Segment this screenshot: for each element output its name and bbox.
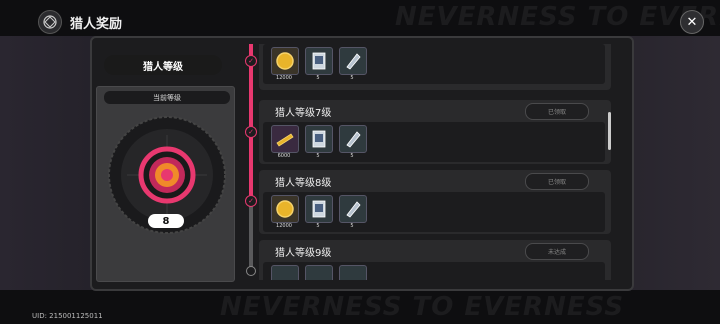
- gold-coin-icon[interactable]: [271, 195, 299, 223]
- page-title: 猎人奖励: [70, 17, 123, 32]
- card-icon[interactable]: [305, 265, 333, 280]
- claimed-status-button[interactable]: 已领取: [525, 103, 589, 120]
- reward-items: 12000 5 5: [263, 44, 605, 84]
- reward-row-title: 猎人等级9级: [275, 248, 332, 259]
- claimed-check-icon: ✓: [245, 55, 257, 67]
- watermark-bottom: NEVERNESS TO EVERNESS: [220, 292, 625, 322]
- card-icon[interactable]: [305, 125, 333, 153]
- reward-list[interactable]: 12000 5 5 猎人等级7级 已领取 6000 5 5 猎人等级8级 已领取…: [259, 44, 611, 280]
- reward-items: 12000 5 5: [263, 192, 605, 232]
- claimed-check-icon: ✓: [245, 126, 257, 138]
- gold-coin-icon[interactable]: [271, 47, 299, 75]
- reward-items: [263, 262, 605, 280]
- item-count: 5: [350, 75, 354, 81]
- item-count: 6000: [277, 153, 291, 159]
- crystal-icon[interactable]: [339, 195, 367, 223]
- reward-row-header: 猎人等级9级 未达成: [259, 240, 611, 262]
- current-level-value: 8: [148, 214, 184, 228]
- level-card-footer: [100, 264, 229, 278]
- item-count: 5: [350, 223, 354, 229]
- reward-row-level-7: 猎人等级7级 已领取 6000 5 5: [259, 100, 611, 164]
- card-icon[interactable]: [305, 47, 333, 75]
- reward-row-level-8: 猎人等级8级 已领取 12000 5 5: [259, 170, 611, 234]
- crystal-icon[interactable]: [339, 125, 367, 153]
- uid-label: UID: 215001125011: [32, 312, 103, 320]
- item-count: 5: [316, 75, 320, 81]
- close-icon: ✕: [686, 14, 698, 30]
- reward-row-title: 猎人等级7级: [275, 108, 332, 119]
- item-count: 12000: [276, 223, 292, 229]
- reward-list-scrollbar[interactable]: [608, 112, 611, 150]
- reward-row-level-9: 猎人等级9级 未达成: [259, 240, 611, 280]
- bar-ticket-icon[interactable]: [271, 125, 299, 153]
- watermark-top: NEVERNESS TO EVERNESS: [395, 2, 720, 32]
- unachieved-status-button[interactable]: 未达成: [525, 243, 589, 260]
- close-button[interactable]: ✕: [680, 10, 704, 34]
- progress-timeline-fill: [249, 44, 253, 204]
- item-count: 5: [350, 153, 354, 159]
- reward-row-header: 猎人等级7级 已领取: [259, 100, 611, 122]
- item-count: 12000: [276, 75, 292, 81]
- hunter-emblem-icon: [38, 10, 62, 34]
- item-count: 5: [316, 223, 320, 229]
- current-level-label: 当前等级: [104, 91, 230, 104]
- reward-row: 12000 5 5: [259, 44, 611, 90]
- gold-coin-icon[interactable]: [271, 265, 299, 280]
- card-icon[interactable]: [305, 195, 333, 223]
- claimed-status-button[interactable]: 已领取: [525, 173, 589, 190]
- reward-row-title: 猎人等级8级: [275, 178, 332, 189]
- item-count: 5: [316, 153, 320, 159]
- claimed-check-icon: ✓: [245, 195, 257, 207]
- level-card-title: 猎人等级: [104, 55, 222, 75]
- crystal-icon[interactable]: [339, 265, 367, 280]
- pending-dot-icon: [246, 266, 256, 276]
- crystal-icon[interactable]: [339, 47, 367, 75]
- reward-items: 6000 5 5: [263, 122, 605, 162]
- reward-row-header: 猎人等级8级 已领取: [259, 170, 611, 192]
